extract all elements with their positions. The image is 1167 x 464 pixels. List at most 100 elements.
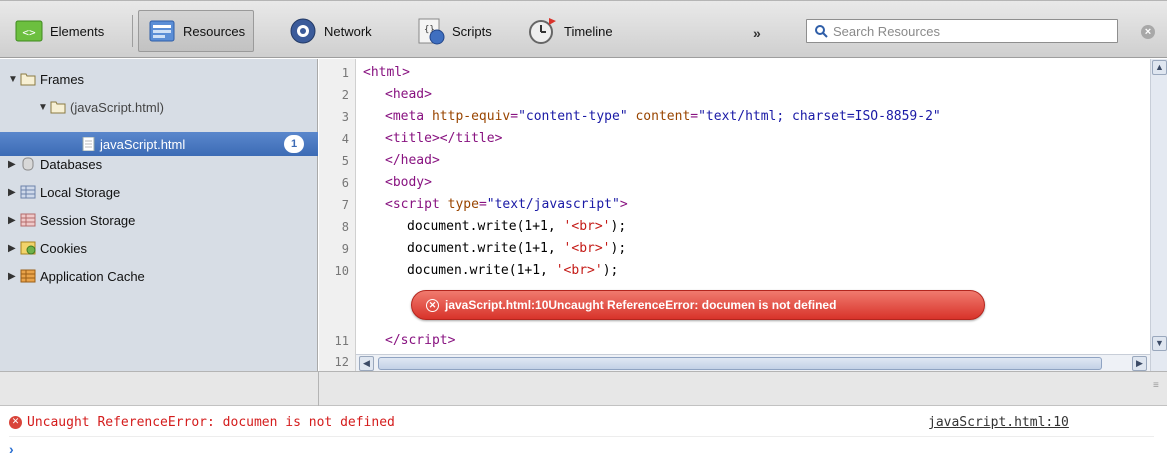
- scroll-thumb[interactable]: [378, 357, 1102, 370]
- line-number: 7: [341, 198, 349, 212]
- tree-item-local-storage[interactable]: ▶ Local Storage: [8, 181, 120, 203]
- tab-scripts[interactable]: {} Scripts: [408, 10, 500, 52]
- session-storage-icon: [20, 213, 36, 227]
- disclosure-closed-icon[interactable]: ▶: [8, 271, 20, 282]
- console-prompt[interactable]: ›: [9, 441, 14, 457]
- folder-icon: [50, 101, 66, 114]
- line-number: 3: [341, 110, 349, 124]
- tree-item-frame[interactable]: ▼ (javaScript.html): [38, 96, 164, 118]
- scroll-right-icon[interactable]: ▶: [1132, 356, 1147, 371]
- error-icon: ✕: [426, 298, 439, 312]
- disclosure-closed-icon[interactable]: ▶: [8, 159, 20, 170]
- divider: [9, 436, 1154, 437]
- code-line: <head>: [385, 87, 432, 102]
- vertical-scrollbar[interactable]: ▲ ▼: [1150, 59, 1167, 371]
- line-number: 11: [334, 334, 349, 348]
- tab-resources-label: Resources: [183, 23, 246, 39]
- tree-item-session-storage[interactable]: ▶ Session Storage: [8, 209, 135, 231]
- search-icon: [815, 24, 828, 38]
- resize-grip-icon[interactable]: ≡: [1153, 381, 1163, 391]
- scroll-down-icon[interactable]: ▼: [1152, 336, 1167, 351]
- database-icon: [22, 157, 34, 171]
- more-tabs-button[interactable]: »: [753, 25, 761, 41]
- error-count-badge: 1: [284, 135, 304, 153]
- scripts-icon: {}: [418, 18, 445, 45]
- inline-error-bubble: ✕ javaScript.html:10Uncaught ReferenceEr…: [411, 290, 985, 320]
- search-input[interactable]: [833, 23, 1103, 39]
- split-bar: ≡: [0, 371, 1167, 407]
- resources-sidebar: ▼ Frames ▼ (javaScript.html) javaScript.…: [0, 59, 318, 371]
- inline-error-text: javaScript.html:10Uncaught ReferenceErro…: [445, 298, 837, 312]
- tab-scripts-label: Scripts: [452, 23, 492, 39]
- network-icon: [290, 18, 316, 44]
- document-icon: [82, 137, 95, 151]
- tree-item-cookies[interactable]: ▶ Cookies: [8, 237, 87, 259]
- local-storage-icon: [20, 185, 36, 199]
- tree-item-application-cache[interactable]: ▶ Application Cache: [8, 265, 145, 287]
- code-line: <meta http-equiv="content-type" content=…: [385, 109, 941, 124]
- search-box[interactable]: [806, 19, 1118, 43]
- code-line: <script type="text/javascript">: [385, 197, 628, 212]
- line-number: 6: [341, 176, 349, 190]
- elements-icon: <>: [15, 20, 43, 42]
- code-line: <body>: [385, 175, 432, 190]
- tab-resources[interactable]: Resources: [138, 10, 255, 52]
- application-cache-icon: [20, 269, 36, 283]
- tree-label-frame: (javaScript.html): [70, 99, 164, 115]
- tree-item-file[interactable]: javaScript.html: [80, 133, 185, 155]
- console-error-message: ✕ Uncaught ReferenceError: documen is no…: [9, 415, 395, 430]
- tab-timeline[interactable]: Timeline: [520, 10, 621, 52]
- tree-label-cookies: Cookies: [40, 240, 87, 256]
- close-icon[interactable]: ×: [1141, 25, 1155, 39]
- tab-elements-label: Elements: [50, 23, 105, 39]
- resources-icon: [149, 20, 175, 42]
- tree-label-frames: Frames: [40, 71, 85, 87]
- line-number: 10: [334, 264, 349, 278]
- horizontal-scrollbar[interactable]: ◀ ▶: [356, 354, 1150, 371]
- code-line: documen.write(1+1, '<br>');: [407, 263, 619, 278]
- console-source-link[interactable]: javaScript.html:10: [928, 415, 1069, 430]
- console-panel: ✕ Uncaught ReferenceError: documen is no…: [0, 406, 1167, 464]
- divider: [318, 372, 319, 407]
- tree-label-file: javaScript.html: [100, 136, 186, 152]
- disclosure-closed-icon[interactable]: ▶: [8, 215, 20, 226]
- code-line: document.write(1+1, '<br>');: [407, 241, 627, 256]
- timeline-icon: [529, 18, 556, 44]
- line-number: 9: [341, 242, 349, 256]
- code-line: document.write(1+1, '<br>');: [407, 219, 627, 234]
- code-line: </script>: [385, 333, 456, 348]
- scroll-left-icon[interactable]: ◀: [359, 356, 374, 371]
- tab-network[interactable]: Network: [280, 10, 380, 52]
- disclosure-open-icon[interactable]: ▼: [38, 102, 50, 113]
- disclosure-open-icon[interactable]: ▼: [8, 74, 20, 85]
- svg-text:<>: <>: [22, 26, 36, 39]
- tab-elements[interactable]: <> Elements: [6, 10, 112, 52]
- tab-timeline-label: Timeline: [564, 23, 613, 39]
- disclosure-closed-icon[interactable]: ▶: [8, 187, 20, 198]
- line-number: 4: [341, 132, 349, 146]
- folder-icon: [20, 73, 36, 86]
- tree-label-databases: Databases: [40, 156, 103, 172]
- tree-label-application-cache: Application Cache: [40, 268, 145, 284]
- tree-item-frames[interactable]: ▼ Frames: [8, 68, 84, 90]
- line-number: 1: [341, 66, 349, 80]
- line-number: 8: [341, 220, 349, 234]
- source-view[interactable]: 1 2 3 4 5 6 7 8 9 10 11 12 <html> <head>…: [319, 59, 1167, 371]
- code-line: <title></title>: [385, 131, 503, 146]
- tab-network-label: Network: [324, 23, 372, 39]
- code-line: </head>: [385, 153, 440, 168]
- tree-item-databases[interactable]: ▶ Databases: [8, 153, 102, 175]
- cookies-icon: [20, 241, 36, 255]
- tree-label-local-storage: Local Storage: [40, 184, 121, 200]
- code-line: <html>: [363, 65, 410, 80]
- tree-label-session-storage: Session Storage: [40, 212, 136, 228]
- error-icon: ✕: [9, 416, 22, 429]
- line-number: 2: [341, 88, 349, 102]
- scroll-up-icon[interactable]: ▲: [1152, 60, 1167, 75]
- toolbar: <> Elements Resources Network {} Scripts: [0, 0, 1167, 58]
- disclosure-closed-icon[interactable]: ▶: [8, 243, 20, 254]
- console-error-text: Uncaught ReferenceError: documen is not …: [27, 415, 395, 430]
- line-number: 5: [341, 154, 349, 168]
- line-number: 12: [334, 355, 349, 369]
- line-gutter: 1 2 3 4 5 6 7 8 9 10 11 12: [319, 59, 356, 371]
